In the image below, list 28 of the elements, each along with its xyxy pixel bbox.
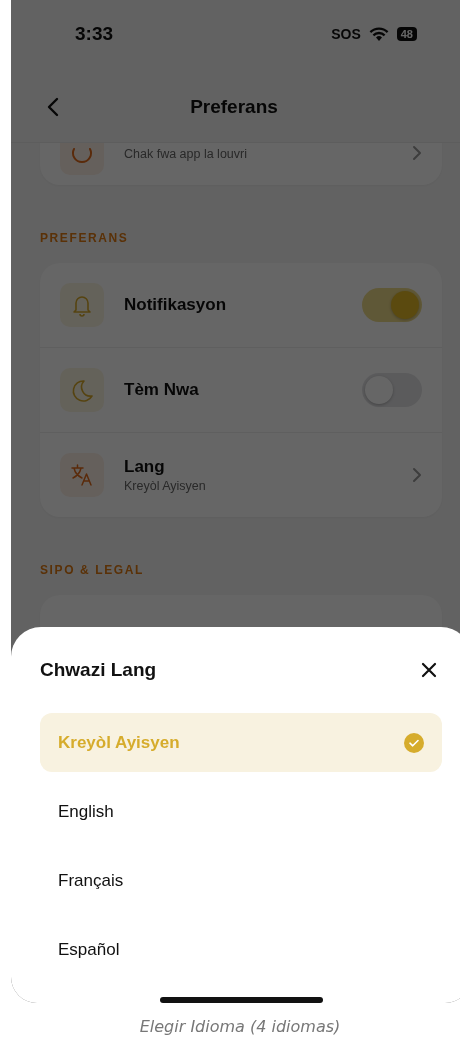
toggle-switch[interactable] [362, 288, 422, 322]
language-option[interactable]: Français [40, 851, 442, 911]
row-subtitle: Chak fwa app la louvri [124, 147, 248, 161]
moon-icon [60, 368, 104, 412]
row-label: Lang [124, 457, 166, 477]
check-circle-icon [404, 732, 424, 753]
language-option[interactable]: Español [40, 920, 442, 980]
chevron-right-icon [412, 145, 422, 161]
bell-icon [60, 283, 104, 327]
screen-title: Preferans [189, 96, 279, 118]
status-time: 3:33 [75, 23, 114, 45]
caption: Elegir Idioma (4 idiomas) [138, 1016, 342, 1036]
row-label: Tèm Nwa [124, 380, 200, 400]
section-heading: SIPO & LEGAL [40, 563, 145, 577]
close-icon[interactable] [421, 662, 437, 679]
wifi-icon [368, 26, 389, 42]
section-heading: PREFERANS [40, 231, 130, 245]
translate-icon [60, 453, 104, 497]
chevron-right-icon[interactable] [412, 467, 422, 483]
toggle-switch[interactable] [362, 373, 422, 407]
back-icon[interactable] [47, 97, 59, 117]
sheet-title: Chwazi Lang [40, 659, 157, 682]
row-subtitle: Kreyòl Ayisyen [124, 479, 207, 493]
language-option[interactable]: English [40, 782, 442, 842]
row-label: Notifikasyon [124, 295, 228, 315]
carrier-label: SOS [331, 26, 361, 42]
battery-level: 48 [396, 27, 417, 41]
power-icon [60, 143, 104, 175]
